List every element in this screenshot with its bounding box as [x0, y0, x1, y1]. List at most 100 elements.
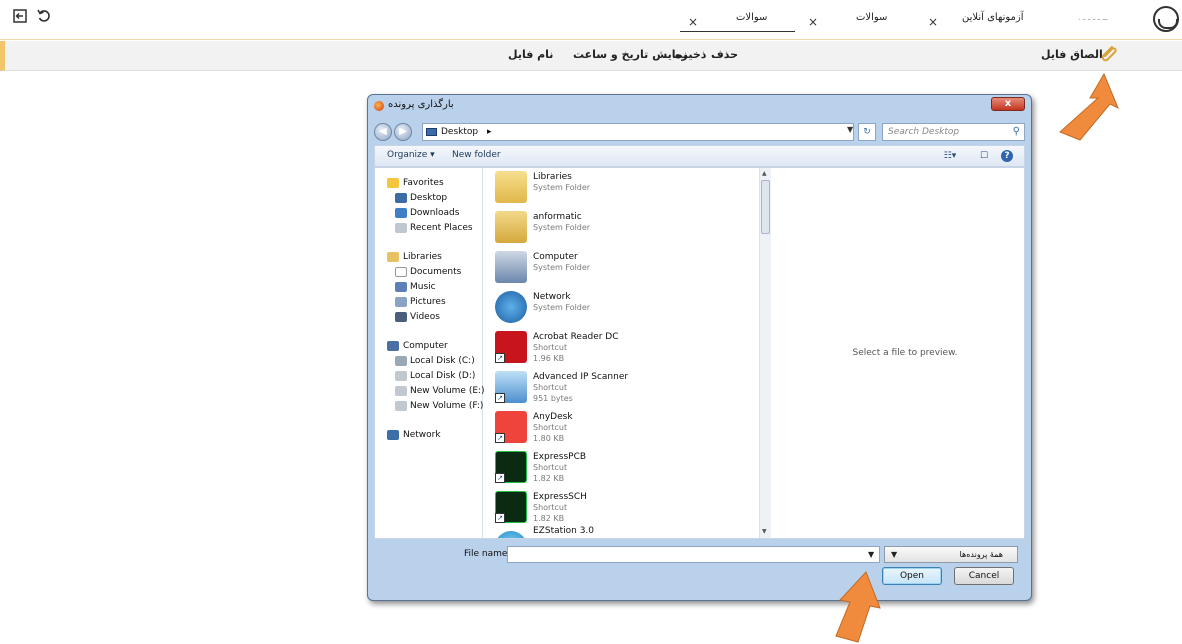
user-folder-icon — [495, 211, 527, 243]
vertical-scrollbar[interactable]: ▲ ▼ — [759, 168, 771, 538]
list-item[interactable]: ↗ Acrobat Reader DC Shortcut 1.96 KB — [483, 328, 753, 368]
network-globe-icon — [495, 291, 527, 323]
search-input[interactable]: Search Desktop ⚲ — [882, 123, 1025, 141]
documents-icon — [395, 267, 407, 277]
user-avatar[interactable] — [1153, 6, 1179, 32]
column-delete: حذف — [711, 48, 739, 61]
tab-close-icon[interactable]: × — [808, 16, 818, 28]
tab-online-exams[interactable]: آزمونهای آنلاین — [962, 12, 1024, 23]
computer-icon — [387, 341, 399, 351]
preview-pane-icon[interactable]: ☐ — [977, 149, 991, 163]
scrollbar-thumb[interactable] — [761, 180, 770, 234]
network-icon — [387, 430, 399, 440]
shortcut-arrow-icon: ↗ — [495, 473, 505, 483]
nav-music[interactable]: Music — [410, 281, 436, 293]
file-name: anformatic — [533, 212, 582, 222]
ezstation-icon — [495, 531, 527, 538]
undo-icon[interactable] — [36, 8, 52, 24]
view-options-icon[interactable]: ☷▾ — [943, 149, 957, 163]
nav-new-volume-e[interactable]: New Volume (E:) — [410, 385, 485, 397]
file-name-label: File name: — [464, 549, 511, 559]
list-item[interactable]: anformatic System Folder — [483, 208, 753, 248]
nav-new-volume-f[interactable]: New Volume (F:) — [410, 400, 483, 412]
nav-recent-places[interactable]: Recent Places — [410, 222, 473, 234]
organize-menu[interactable]: Organize ▾ — [387, 150, 435, 160]
desktop-icon — [395, 193, 407, 203]
paperclip-icon[interactable] — [1097, 43, 1119, 65]
address-bar[interactable]: Desktop ▸ — [422, 123, 854, 141]
videos-icon — [395, 312, 407, 322]
column-save: ذخیره — [675, 48, 707, 61]
list-item[interactable]: ↗ ExpressSCH Shortcut 1.82 KB — [483, 488, 753, 528]
file-name: ExpressSCH — [533, 492, 587, 502]
favorites-star-icon — [387, 178, 399, 188]
file-name: Network — [533, 292, 571, 302]
cancel-button[interactable]: Cancel — [954, 567, 1014, 585]
back-arrow-icon[interactable]: ◀ — [374, 123, 392, 141]
forward-arrow-icon[interactable]: ▶ — [394, 123, 412, 141]
column-show-datetime: نمایش تاریخ و ساعت — [573, 48, 688, 61]
disk-icon — [395, 356, 407, 366]
filter-value: همهٔ پرونده‌ها — [959, 550, 1003, 559]
search-icon: ⚲ — [1012, 126, 1020, 137]
file-size: 1.82 KB — [533, 474, 565, 483]
app-top-bar: × سوالات × سوالات × آزمونهای آنلاین . ــ… — [0, 0, 1182, 40]
nav-documents[interactable]: Documents — [410, 266, 461, 278]
file-type: System Folder — [533, 263, 591, 272]
list-item[interactable]: Computer System Folder — [483, 248, 753, 288]
nav-local-disk-d[interactable]: Local Disk (D:) — [410, 370, 475, 382]
new-folder-button[interactable]: New folder — [452, 150, 501, 160]
recent-places-icon — [395, 223, 407, 233]
address-row: ◀ ▶ Desktop ▸ ▼ ↻ Search Desktop ⚲ — [374, 121, 1025, 143]
list-item[interactable]: Network System Folder — [483, 288, 753, 328]
address-separator: ▸ — [487, 127, 492, 137]
list-item[interactable]: EZStation 3.0 — [483, 526, 753, 538]
address-location: Desktop — [441, 127, 479, 137]
nav-local-disk-c[interactable]: Local Disk (C:) — [410, 355, 475, 367]
file-type-filter[interactable]: ▼ همهٔ پرونده‌ها — [884, 546, 1018, 563]
list-item[interactable]: ↗ Advanced IP Scanner Shortcut 951 bytes — [483, 368, 753, 408]
command-bar: Organize ▾ New folder ☷▾ ☐ ? — [374, 145, 1025, 167]
nav-computer[interactable]: Computer — [403, 340, 448, 352]
tab-close-icon[interactable]: × — [688, 16, 698, 28]
desktop-icon — [426, 128, 437, 136]
nav-favorites[interactable]: Favorites — [403, 177, 444, 189]
shortcut-arrow-icon: ↗ — [495, 393, 505, 403]
dialog-close-button[interactable]: x — [991, 97, 1025, 111]
attach-file-button[interactable]: الصاق فایل — [1041, 48, 1103, 61]
firefox-icon — [374, 101, 384, 111]
list-item[interactable]: ↗ ExpressPCB Shortcut 1.82 KB — [483, 448, 753, 488]
scroll-down-icon[interactable]: ▼ — [762, 528, 767, 535]
chevron-down-icon[interactable]: ▼ — [868, 550, 874, 559]
file-type: Shortcut — [533, 383, 568, 392]
nav-network[interactable]: Network — [403, 429, 441, 441]
tab-questions[interactable]: سوالات — [856, 12, 887, 23]
file-name: EZStation 3.0 — [533, 526, 595, 536]
nav-libraries[interactable]: Libraries — [403, 251, 442, 263]
file-name: Libraries — [533, 172, 572, 182]
file-size: 951 bytes — [533, 394, 573, 403]
nav-videos[interactable]: Videos — [410, 311, 440, 323]
refresh-icon[interactable]: ↻ — [858, 123, 876, 141]
column-file-name: نام فایل — [508, 48, 554, 61]
file-name-field[interactable] — [507, 546, 880, 563]
help-icon[interactable]: ? — [1001, 150, 1013, 162]
file-name: Acrobat Reader DC — [533, 332, 619, 342]
nav-pictures[interactable]: Pictures — [410, 296, 446, 308]
folder-icon — [495, 171, 527, 203]
nav-downloads[interactable]: Downloads — [410, 207, 459, 219]
shortcut-arrow-icon: ↗ — [495, 353, 505, 363]
tab-questions-active[interactable]: سوالات — [736, 12, 767, 23]
exit-icon[interactable] — [12, 8, 28, 24]
attach-toolbar: نام فایل نمایش تاریخ و ساعت ذخیره حذف ال… — [0, 41, 1182, 71]
file-list[interactable]: Libraries System Folder anformatic Syste… — [483, 168, 772, 538]
scroll-up-icon[interactable]: ▲ — [762, 170, 767, 177]
list-item[interactable]: Libraries System Folder — [483, 168, 753, 208]
nav-desktop[interactable]: Desktop — [410, 192, 447, 204]
list-item[interactable]: ↗ AnyDesk Shortcut 1.80 KB — [483, 408, 753, 448]
file-type: Shortcut — [533, 503, 568, 512]
tab-close-icon[interactable]: × — [928, 16, 938, 28]
search-placeholder: Search Desktop — [888, 127, 960, 137]
chevron-down-icon[interactable]: ▼ — [847, 125, 853, 134]
open-button[interactable]: Open — [882, 567, 942, 585]
